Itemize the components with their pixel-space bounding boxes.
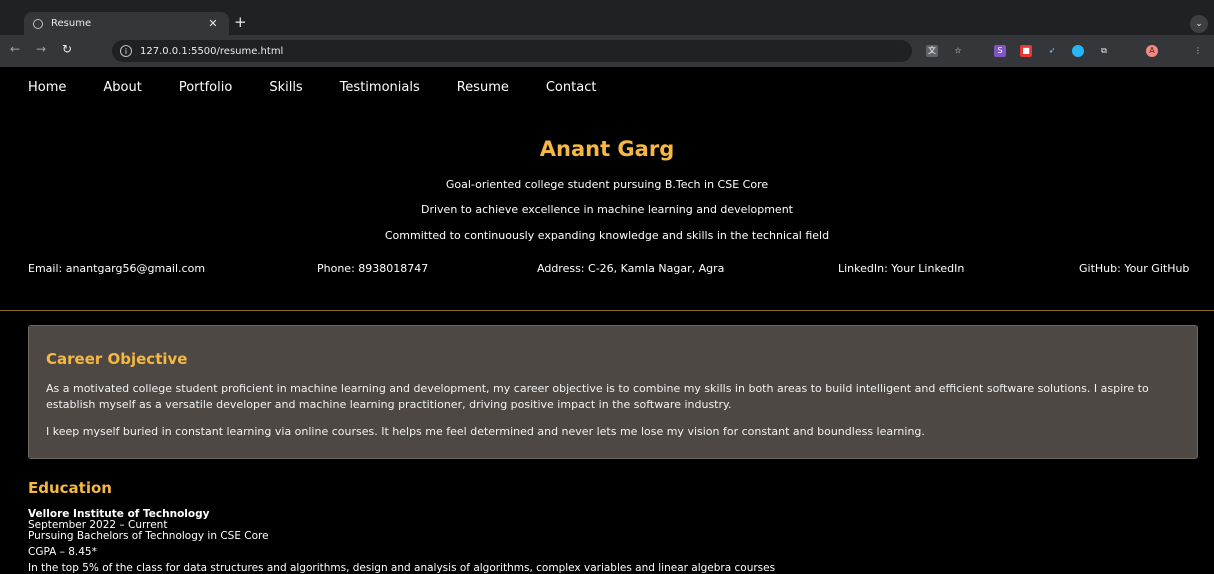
tagline: Goal-oriented college student pursuing B… [445,178,769,191]
profile-avatar[interactable]: A [1146,45,1158,57]
contact-linkedin[interactable]: LinkedIn: Your LinkedIn [838,262,964,275]
contact-address: Address: C-26, Kamla Nagar, Agra [537,262,725,275]
section-heading: Career Objective [46,350,188,368]
nav-home[interactable]: Home [28,80,66,95]
nav-resume[interactable]: Resume [457,80,509,95]
globe-icon [33,18,43,29]
page-title: Anant Garg [539,137,675,161]
menu-icon[interactable]: ⋮ [1192,45,1204,57]
browser-tab-bar: Resume ✕ + ⌄ [0,0,1214,35]
contact-github[interactable]: GitHub: Your GitHub [1079,262,1189,275]
nav-contact[interactable]: Contact [546,80,597,95]
extension-red-icon[interactable]: ■ [1020,45,1032,57]
contact-phone: Phone: 8938018747 [317,262,429,275]
extensions-puzzle-icon[interactable]: ⧉ [1098,45,1110,57]
tagline: Committed to continuously expanding know… [384,229,830,242]
contact-email: Email: anantgarg56@gmail.com [28,262,206,275]
translate-icon[interactable]: 文 [926,45,938,57]
education-degree: Pursuing Bachelors of Technology in CSE … [28,530,269,542]
chevron-down-icon[interactable]: ⌄ [1190,15,1208,33]
extension-blue-icon[interactable] [1072,45,1084,57]
tab-title: Resume [51,18,92,29]
reload-icon[interactable]: ↻ [62,42,72,56]
objective-paragraph: I keep myself buried in constant learnin… [46,425,925,438]
objective-paragraph: As a motivated college student proficien… [46,382,1149,411]
nav-portfolio[interactable]: Portfolio [179,80,232,95]
site-nav: Home About Portfolio Skills Testimonials… [28,80,633,95]
nav-testimonials[interactable]: Testimonials [340,80,420,95]
back-icon[interactable]: ← [10,42,20,56]
extension-rocket-icon[interactable]: ➶ [1046,45,1058,57]
section-heading: Education [28,479,112,497]
browser-tab[interactable]: Resume ✕ [24,12,229,35]
career-objective-panel: Career Objective As a motivated college … [28,325,1198,459]
close-icon[interactable]: ✕ [205,17,221,30]
url-text: 127.0.0.1:5500/resume.html [140,45,284,57]
address-bar[interactable]: i 127.0.0.1:5500/resume.html [112,40,912,62]
new-tab-icon[interactable]: + [234,13,247,31]
browser-toolbar: ← → ↻ i 127.0.0.1:5500/resume.html 文 ☆ S… [0,35,1214,67]
nav-about[interactable]: About [103,80,141,95]
nav-skills[interactable]: Skills [269,80,302,95]
info-icon[interactable]: i [120,45,132,57]
education-cgpa: CGPA – 8.45* [28,546,97,558]
education-note: In the top 5% of the class for data stru… [28,562,776,574]
divider [0,310,1214,311]
tagline: Driven to achieve excellence in machine … [421,203,793,216]
extension-s-icon[interactable]: S [994,45,1006,57]
star-icon[interactable]: ☆ [952,45,964,57]
forward-icon[interactable]: → [36,42,46,56]
